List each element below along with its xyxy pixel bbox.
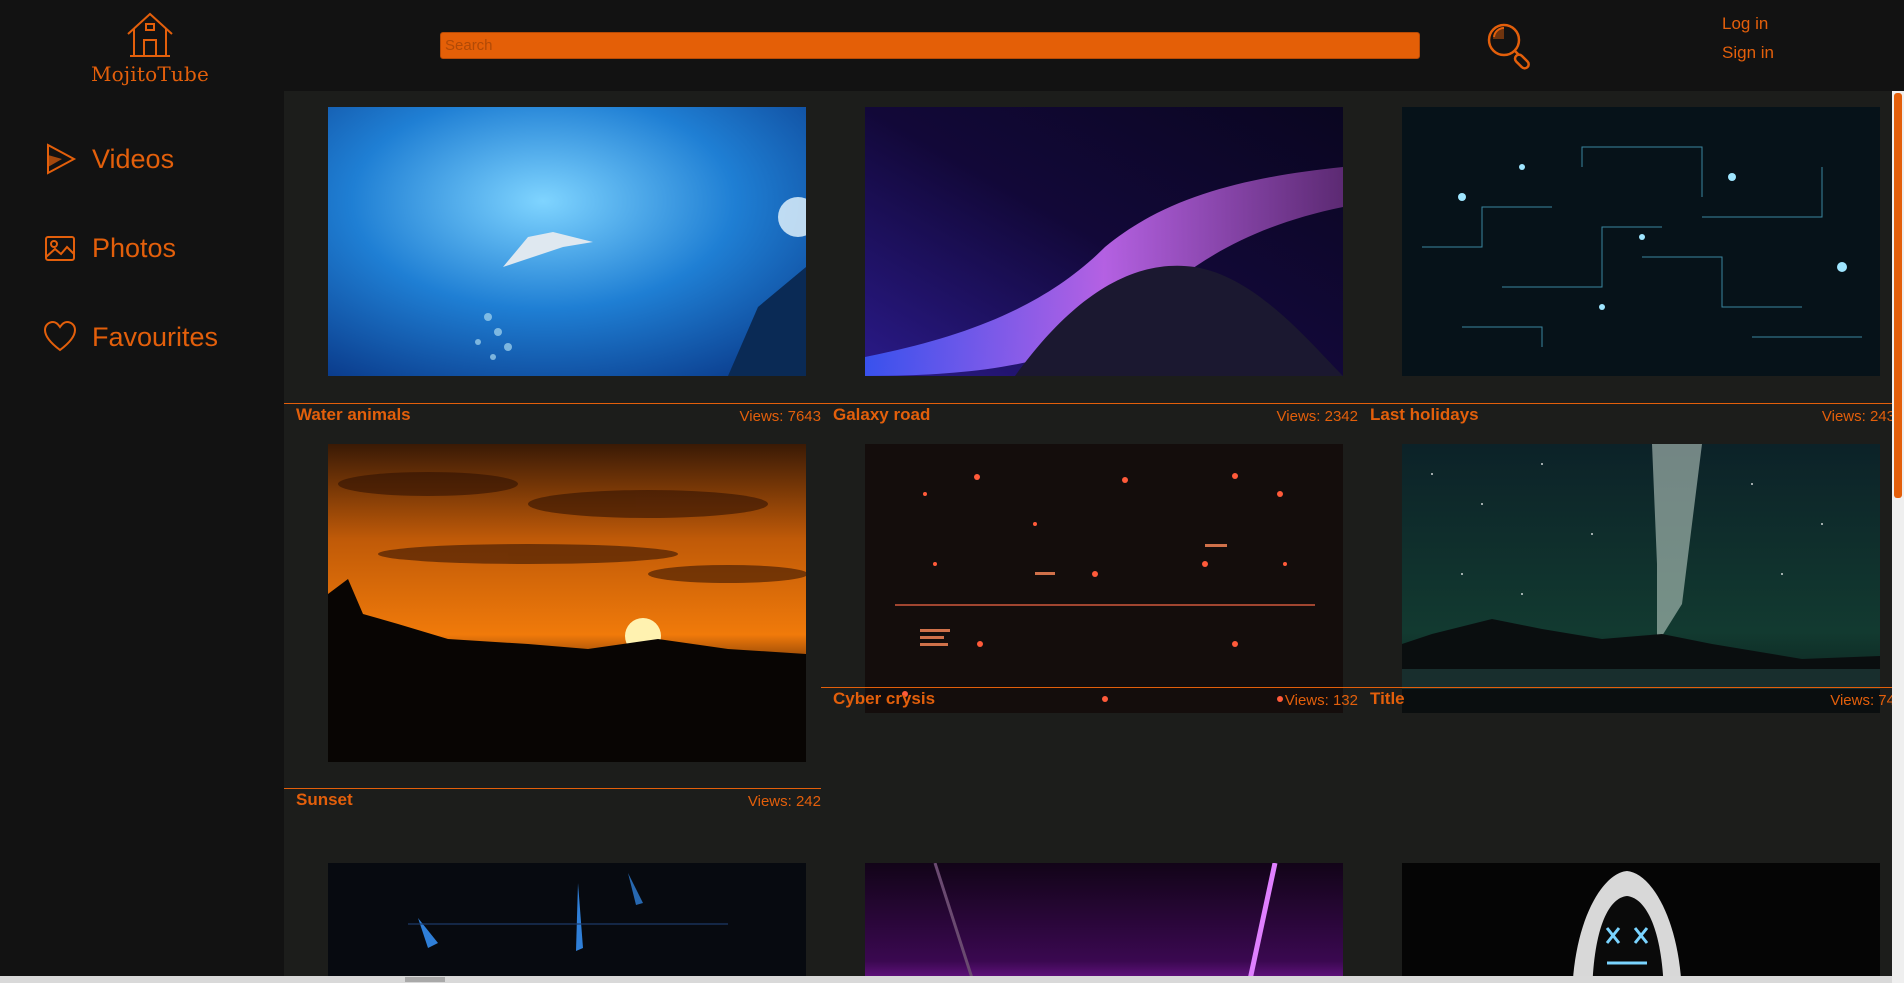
video-thumbnail[interactable] — [1402, 107, 1880, 376]
heart-icon — [43, 320, 77, 352]
signin-link[interactable]: Sign in — [1722, 38, 1822, 67]
video-views: Views: 74 — [1830, 692, 1892, 709]
scrollbar-thumb[interactable] — [1894, 93, 1902, 498]
milky-way-image — [1402, 444, 1880, 713]
logo[interactable]: MojitoTube — [90, 10, 210, 88]
search-icon[interactable] — [1484, 20, 1536, 72]
video-thumbnail[interactable] — [1402, 863, 1880, 983]
video-meta: Galaxy road Views: 2342 — [821, 403, 1358, 434]
sidebar-item-videos[interactable]: Videos — [42, 134, 174, 184]
sidebar: Videos Photos Favourites — [0, 91, 284, 983]
video-title[interactable]: Galaxy road — [833, 405, 930, 425]
video-title[interactable]: Cyber crysis — [833, 689, 935, 709]
blue-abstract-image — [328, 863, 806, 983]
video-title[interactable]: Sunset — [296, 790, 353, 810]
sidebar-item-label: Photos — [92, 232, 177, 263]
sidebar-item-photos[interactable]: Photos — [42, 223, 176, 273]
video-thumbnail[interactable] — [328, 444, 806, 762]
video-meta: Sunset Views: 242 — [284, 788, 821, 819]
video-thumbnail[interactable] — [865, 863, 1343, 983]
video-views: Views: 7643 — [739, 408, 821, 425]
video-grid: Water animals Views: 7643 Galaxy road Vi… — [284, 91, 1892, 983]
video-views: Views: 132 — [1284, 692, 1358, 709]
sidebar-item-favourites[interactable]: Favourites — [42, 312, 218, 362]
login-link[interactable]: Log in — [1722, 9, 1822, 38]
video-title[interactable]: Last holidays — [1370, 405, 1479, 425]
horizontal-scrollbar[interactable] — [0, 976, 1892, 983]
digital-circuit-image — [1402, 107, 1880, 376]
underwater-image — [328, 107, 806, 376]
video-views: Views: 2342 — [1276, 408, 1358, 425]
video-title[interactable]: Water animals — [296, 405, 411, 425]
video-thumbnail[interactable] — [1402, 444, 1880, 713]
app: MojitoTube Log in Sign in Videos — [0, 0, 1904, 983]
purple-neon-image — [865, 863, 1343, 983]
sidebar-item-label: Favourites — [92, 321, 219, 352]
video-meta: Cyber crysis Views: 132 — [821, 687, 1358, 718]
search-input[interactable] — [440, 32, 1420, 59]
scrollbar-thumb[interactable] — [405, 977, 445, 982]
video-title[interactable]: Title — [1370, 689, 1405, 709]
sunset-image — [328, 444, 806, 762]
vertical-scrollbar[interactable] — [1892, 91, 1904, 983]
video-thumbnail[interactable] — [865, 107, 1343, 376]
logo-text: MojitoTube — [90, 62, 210, 86]
sidebar-item-label: Videos — [92, 143, 175, 174]
video-thumbnail[interactable] — [328, 863, 806, 983]
video-views: Views: 242 — [747, 793, 821, 810]
house-logo-icon — [127, 12, 173, 57]
play-icon — [47, 143, 77, 175]
neon-mask-image — [1402, 863, 1880, 983]
header: MojitoTube Log in Sign in — [0, 0, 1904, 91]
video-views: Views: 243 — [1821, 408, 1892, 425]
galaxy-wave-image — [865, 107, 1343, 376]
image-icon — [45, 236, 75, 261]
auth-links: Log in Sign in — [1722, 9, 1822, 67]
video-meta: Water animals Views: 7643 — [284, 403, 821, 434]
video-meta: Last holidays Views: 243 — [1358, 403, 1892, 434]
cyber-lights-image — [865, 444, 1343, 713]
video-meta: Title Views: 74 — [1358, 687, 1892, 718]
video-thumbnail[interactable] — [328, 107, 806, 376]
video-thumbnail[interactable] — [865, 444, 1343, 713]
